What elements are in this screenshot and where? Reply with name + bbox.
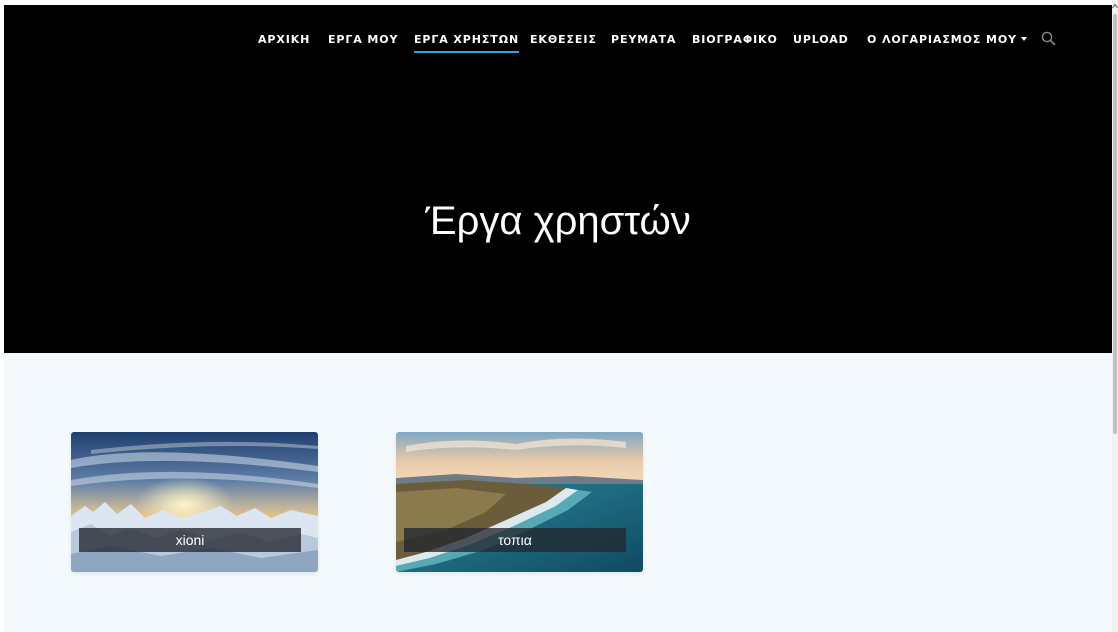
nav-item-my-account-label: Ο ΛΟΓΑΡΙΑΣΜΟΣ ΜΟΥ bbox=[867, 33, 1017, 46]
card-title: τοπια bbox=[404, 528, 626, 552]
scroll-up-arrow-icon[interactable] bbox=[1112, 2, 1118, 10]
nav-item-my-works[interactable]: ΕΡΓΑ ΜΟΥ bbox=[328, 33, 398, 46]
gallery-card-topia[interactable]: τοπια bbox=[396, 432, 643, 572]
search-button[interactable] bbox=[1040, 30, 1058, 48]
scrollbar-thumb[interactable] bbox=[1113, 14, 1117, 434]
nav-item-biography[interactable]: ΒΙΟΓΡΑΦΙΚΟ bbox=[692, 33, 778, 46]
page-scrollbar[interactable] bbox=[1112, 0, 1118, 632]
page: ΑΡΧΙΚΗ ΕΡΓΑ ΜΟΥ ΕΡΓΑ ΧΡΗΣΤΩΝ ΕΚΘΕΣΕΙΣ ΡΕ… bbox=[4, 5, 1112, 632]
card-title: xioni bbox=[79, 528, 301, 552]
nav-item-home[interactable]: ΑΡΧΙΚΗ bbox=[258, 33, 310, 46]
nav-item-user-works[interactable]: ΕΡΓΑ ΧΡΗΣΤΩΝ bbox=[414, 33, 520, 53]
nav-item-exhibitions[interactable]: ΕΚΘΕΣΕΙΣ bbox=[530, 33, 597, 46]
nav-item-movements[interactable]: ΡΕΥΜΑΤΑ bbox=[611, 33, 676, 46]
nav-item-my-account[interactable]: Ο ΛΟΓΑΡΙΑΣΜΟΣ ΜΟΥ bbox=[867, 33, 1027, 46]
search-icon bbox=[1041, 31, 1056, 46]
gallery-card-xioni[interactable]: xioni bbox=[71, 432, 318, 572]
hero-banner: Έργα χρηστών bbox=[4, 76, 1112, 353]
nav-item-upload[interactable]: UPLOAD bbox=[793, 33, 849, 46]
caret-down-icon bbox=[1020, 37, 1027, 41]
page-title: Έργα χρηστών bbox=[425, 199, 691, 243]
top-navbar: ΑΡΧΙΚΗ ΕΡΓΑ ΜΟΥ ΕΡΓΑ ΧΡΗΣΤΩΝ ΕΚΘΕΣΕΙΣ ΡΕ… bbox=[4, 5, 1112, 77]
